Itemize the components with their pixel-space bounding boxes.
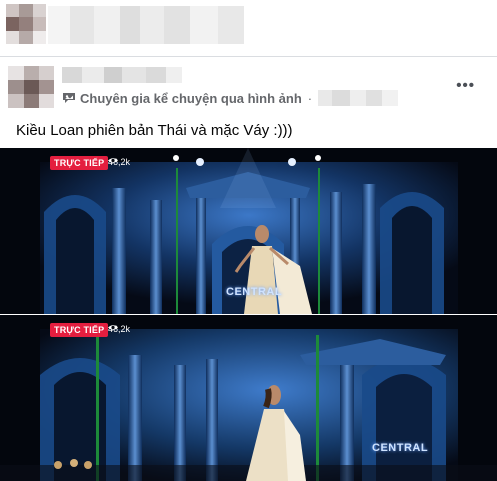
live-badge: TRỰC TIẾP [50, 323, 109, 337]
viewer-count: 46,2k [108, 324, 130, 334]
group-badge-label[interactable]: Chuyên gia kể chuyện qua hình ảnh [80, 91, 302, 106]
author-name[interactable] [62, 67, 182, 83]
storyteller-badge-icon [63, 93, 75, 103]
post-divider [0, 56, 497, 57]
stage-scene [0, 315, 497, 481]
video-frame-2[interactable]: TRỰC TIẾP 46,2k CENTRAL [0, 315, 497, 481]
post-caption: Kiều Loan phiên bản Thái và mặc Váy :))) [16, 122, 293, 139]
viewer-count: 46,2k [108, 157, 130, 167]
group-badge-line: Chuyên gia kể chuyện qua hình ảnh · [62, 90, 399, 106]
more-options-icon[interactable]: ••• [456, 77, 475, 94]
eye-icon [108, 158, 118, 163]
stage-text: CENTRAL [226, 286, 283, 298]
eye-icon [108, 325, 118, 330]
previous-post-preview [0, 0, 497, 56]
pixelated-text [48, 6, 244, 44]
video-frame-1[interactable]: TRỰC TIẾP 46,2k CENTRAL [0, 148, 497, 314]
pixelated-avatar [6, 4, 46, 44]
stage-text: CENTRAL [372, 442, 429, 454]
live-badge: TRỰC TIẾP [50, 156, 109, 170]
avatar[interactable] [8, 66, 54, 108]
badge-separator: · [307, 90, 313, 106]
pixelated-timestamp [318, 90, 399, 106]
